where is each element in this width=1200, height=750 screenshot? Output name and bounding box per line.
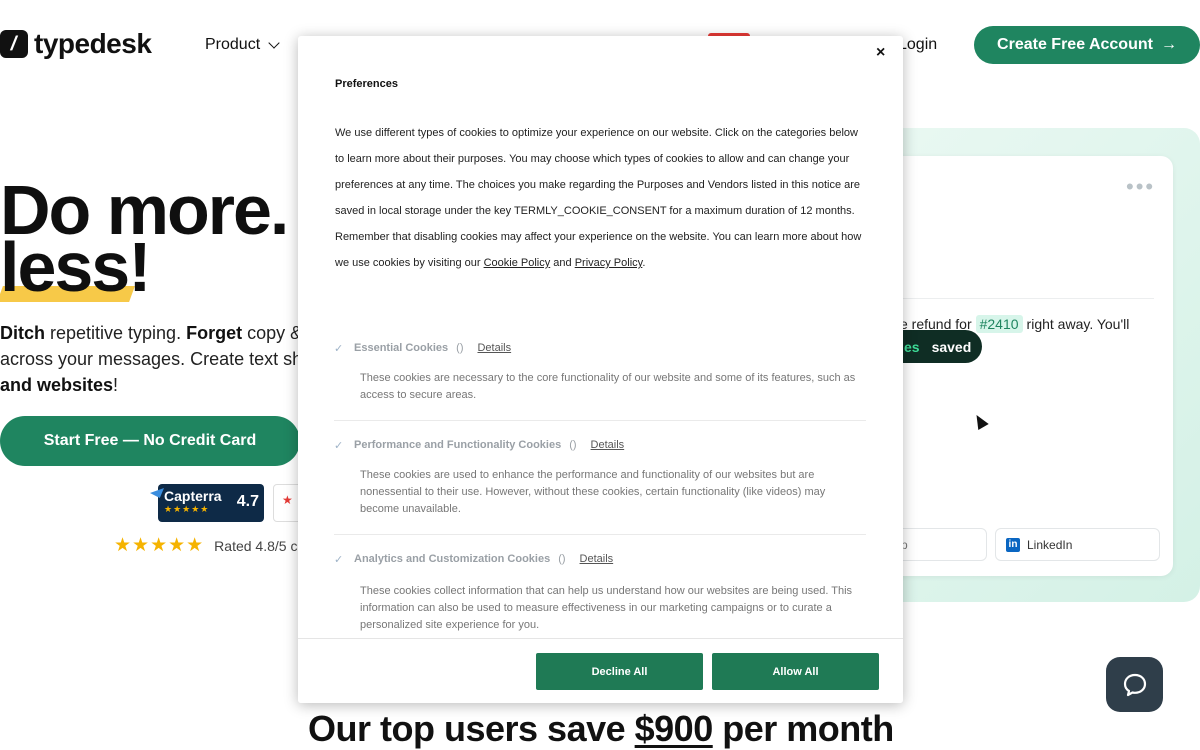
savings-heading: Our top users save $900 per month	[308, 708, 894, 749]
hero-title-line2: less!	[0, 228, 152, 306]
details-link[interactable]: Details	[477, 342, 511, 354]
modal-title: Preferences	[335, 78, 398, 90]
logo-mark-icon: /	[0, 30, 28, 58]
check-icon[interactable]: ✓	[334, 342, 346, 355]
category-count: ()	[569, 439, 577, 451]
create-free-account-button[interactable]: Create Free Account →	[974, 26, 1200, 64]
cookie-categories-list[interactable]: ✓ Essential Cookies () Details These coo…	[334, 326, 866, 638]
arrow-right-icon: →	[1160, 36, 1177, 53]
close-icon[interactable]: ×	[876, 44, 885, 62]
details-link[interactable]: Details	[580, 553, 614, 565]
mockup-divider	[900, 298, 1154, 299]
nav-product-menu[interactable]: Product	[205, 36, 280, 54]
create-free-account-label: Create Free Account	[997, 36, 1153, 53]
check-icon[interactable]: ✓	[334, 553, 346, 566]
category-performance: ✓ Performance and Functionality Cookies …	[334, 421, 866, 535]
rating-row: ★★★★★ Rated 4.8/5 c	[114, 534, 300, 557]
logo[interactable]: / typedesk	[0, 28, 152, 60]
category-description: These cookies collect information that c…	[360, 585, 853, 631]
category-title: Performance and Functionality Cookies	[354, 439, 562, 451]
cookie-policy-link[interactable]: Cookie Policy	[484, 257, 551, 269]
hero-subtitle: Ditch repetitive typing. Forget copy & a…	[0, 323, 300, 395]
rating-stars: ★★★★★	[114, 535, 205, 556]
decline-all-button[interactable]: Decline All	[536, 653, 703, 690]
capterra-flag-icon	[150, 488, 164, 498]
category-title: Analytics and Customization Cookies	[354, 553, 551, 565]
category-count: ()	[456, 342, 464, 354]
g2-star-icon: ★	[282, 493, 293, 507]
nav-product-label: Product	[205, 36, 261, 53]
mockup-linkedin-button[interactable]: in LinkedIn	[995, 528, 1160, 561]
privacy-policy-link[interactable]: Privacy Policy	[575, 257, 643, 269]
chat-bubble-icon	[1123, 673, 1146, 696]
linkedin-icon: in	[1006, 537, 1020, 552]
check-icon[interactable]: ✓	[334, 439, 346, 452]
category-essential: ✓ Essential Cookies () Details These coo…	[334, 326, 866, 421]
hero-title-line2-wrap: less!	[0, 228, 152, 306]
logo-text: typedesk	[34, 28, 152, 59]
category-count: ()	[558, 553, 566, 565]
capterra-badge[interactable]: Capterra ★★★★★ 4.7	[150, 484, 264, 522]
start-free-button[interactable]: Start Free — No Credit Card	[0, 416, 300, 466]
capterra-score: 4.7	[236, 493, 259, 510]
mockup-card	[880, 156, 1173, 576]
category-title: Essential Cookies	[354, 342, 449, 354]
chevron-down-icon	[268, 37, 280, 49]
modal-footer: Decline All Allow All	[298, 638, 903, 703]
nav-login-link[interactable]: Login	[898, 36, 937, 54]
category-description: These cookies are used to enhance the pe…	[360, 469, 826, 515]
chat-launcher-button[interactable]	[1106, 657, 1163, 712]
category-description: These cookies are necessary to the core …	[360, 372, 856, 401]
category-analytics: ✓ Analytics and Customization Cookies ()…	[334, 535, 866, 638]
linkedin-label: LinkedIn	[1027, 537, 1073, 552]
cookie-preferences-modal: × Preferences We use different types of …	[298, 36, 903, 703]
ticket-tag: #2410	[975, 315, 1023, 333]
more-options-icon[interactable]: •••	[1126, 176, 1155, 198]
modal-description: We use different types of cookies to opt…	[335, 127, 862, 269]
rating-text: Rated 4.8/5 c	[214, 537, 298, 554]
details-link[interactable]: Details	[591, 439, 625, 451]
allow-all-button[interactable]: Allow All	[712, 653, 879, 690]
